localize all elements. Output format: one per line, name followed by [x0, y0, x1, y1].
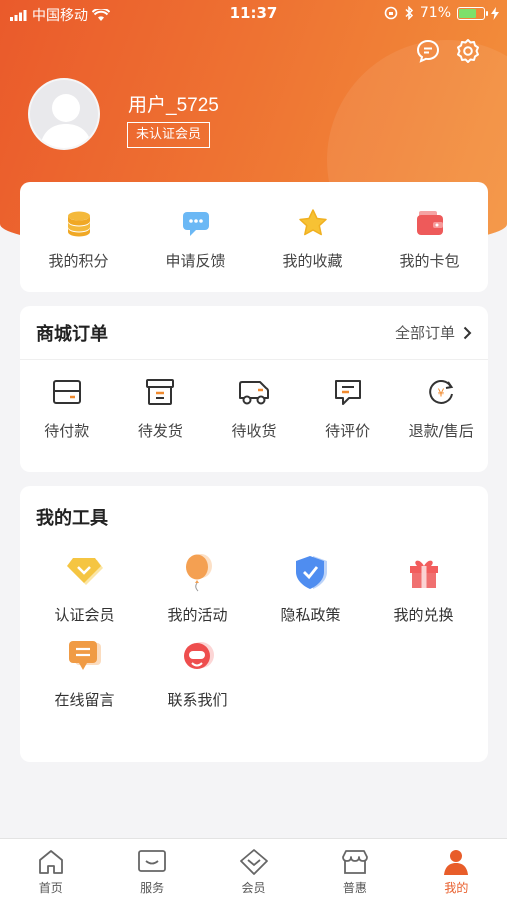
tools-title: 我的工具: [36, 508, 108, 529]
tab-service[interactable]: 服务: [101, 839, 202, 900]
person-icon: [444, 850, 469, 875]
rotation-lock-icon: [384, 6, 398, 20]
service-icon: [138, 850, 167, 872]
truck-icon: [238, 381, 269, 405]
tool-privacy-policy[interactable]: 隐私政策: [254, 552, 367, 625]
balloon-icon: [185, 554, 212, 592]
quick-action-label: 我的收藏: [282, 252, 343, 270]
all-orders-label: 全部订单: [394, 324, 455, 342]
bluetooth-icon: [405, 6, 413, 20]
wallet-icon: [416, 211, 443, 235]
shield-icon: [295, 556, 327, 589]
quick-action-label: 申请反馈: [165, 252, 226, 270]
quick-actions-card: 我的积分 申请反馈 我的收藏 我的卡包: [20, 182, 488, 292]
tool-label: 认证会员: [54, 606, 115, 624]
order-status-label: 待发货: [137, 422, 183, 440]
tool-online-message[interactable]: 在线留言: [28, 637, 141, 710]
all-orders-link[interactable]: 全部订单: [395, 322, 472, 343]
tab-label: 普惠: [342, 881, 367, 895]
tab-label: 首页: [38, 881, 63, 895]
orders-title: 商城订单: [36, 323, 108, 345]
tab-label: 服务: [140, 881, 165, 895]
bottom-tab-bar: 首页 服务 会员 普惠 我的: [0, 838, 507, 900]
order-pending-receipt[interactable]: 待收货: [207, 378, 301, 441]
tool-my-redemptions[interactable]: 我的兑换: [367, 552, 480, 625]
quick-action-label: 我的积分: [48, 252, 109, 270]
store-icon: [342, 850, 368, 874]
mall-orders-card: 商城订单 全部订单 待付款 待发货 待收货 待评价 ¥ 退款/售后: [20, 306, 488, 472]
comment-icon: [334, 380, 361, 405]
refund-icon: ¥: [429, 380, 454, 404]
quick-action-feedback[interactable]: 申请反馈: [137, 182, 254, 292]
message-icon: [68, 641, 101, 670]
quick-action-favorites[interactable]: 我的收藏: [254, 182, 371, 292]
coins-icon: [67, 211, 90, 237]
chevron-right-icon: [463, 326, 472, 339]
tab-member[interactable]: 会员: [203, 839, 304, 900]
order-pending-shipment[interactable]: 待发货: [114, 378, 208, 441]
tool-label: 联系我们: [167, 691, 228, 709]
tab-label: 我的: [444, 881, 469, 895]
tab-home[interactable]: 首页: [0, 839, 101, 900]
battery-percent: 71%: [419, 5, 451, 21]
quick-action-label: 我的卡包: [399, 252, 460, 270]
order-status-label: 待评价: [325, 422, 371, 440]
order-status-label: 待付款: [44, 422, 90, 440]
settings-gear-icon[interactable]: [455, 38, 481, 64]
username[interactable]: 用户_5725: [128, 90, 219, 117]
order-pending-payment[interactable]: 待付款: [20, 378, 114, 441]
membership-status-badge[interactable]: 未认证会员: [127, 122, 211, 148]
tool-contact-us[interactable]: 联系我们: [141, 637, 254, 710]
battery-icon: [457, 6, 488, 20]
order-refund-aftersales[interactable]: ¥ 退款/售后: [394, 378, 488, 441]
feedback-icon: [182, 212, 209, 236]
order-status-label: 退款/售后: [408, 422, 474, 440]
tool-label: 隐私政策: [280, 606, 341, 624]
order-pending-review[interactable]: 待评价: [301, 378, 395, 441]
member-icon: [239, 849, 268, 875]
avatar[interactable]: [28, 78, 100, 150]
quick-action-card-wallet[interactable]: 我的卡包: [371, 182, 488, 292]
tab-benefits[interactable]: 普惠: [304, 839, 405, 900]
tool-label: 我的兑换: [393, 606, 454, 624]
contact-icon: [183, 642, 214, 669]
order-status-label: 待收货: [231, 422, 277, 440]
tool-label: 我的活动: [167, 606, 228, 624]
home-icon: [38, 850, 63, 874]
message-bubble-icon[interactable]: [415, 38, 441, 64]
box-icon: [146, 379, 175, 405]
charging-icon: [491, 6, 499, 20]
tool-my-activities[interactable]: 我的活动: [141, 552, 254, 625]
quick-action-points[interactable]: 我的积分: [20, 182, 137, 292]
svg-text:¥: ¥: [438, 387, 445, 400]
gift-icon: [409, 560, 438, 588]
my-tools-card: 我的工具 认证会员 我的活动 隐私政策 我的兑换 在线留言 联系我们: [20, 486, 488, 762]
tool-label: 在线留言: [54, 691, 115, 709]
star-icon: [298, 209, 327, 236]
status-bar: 中国移动 11:37 71%: [0, 0, 507, 28]
tab-mine[interactable]: 我的: [406, 839, 507, 900]
card-icon: [52, 380, 81, 404]
diamond-icon: [66, 558, 103, 585]
tool-verify-member[interactable]: 认证会员: [28, 552, 141, 625]
tab-label: 会员: [241, 881, 266, 895]
